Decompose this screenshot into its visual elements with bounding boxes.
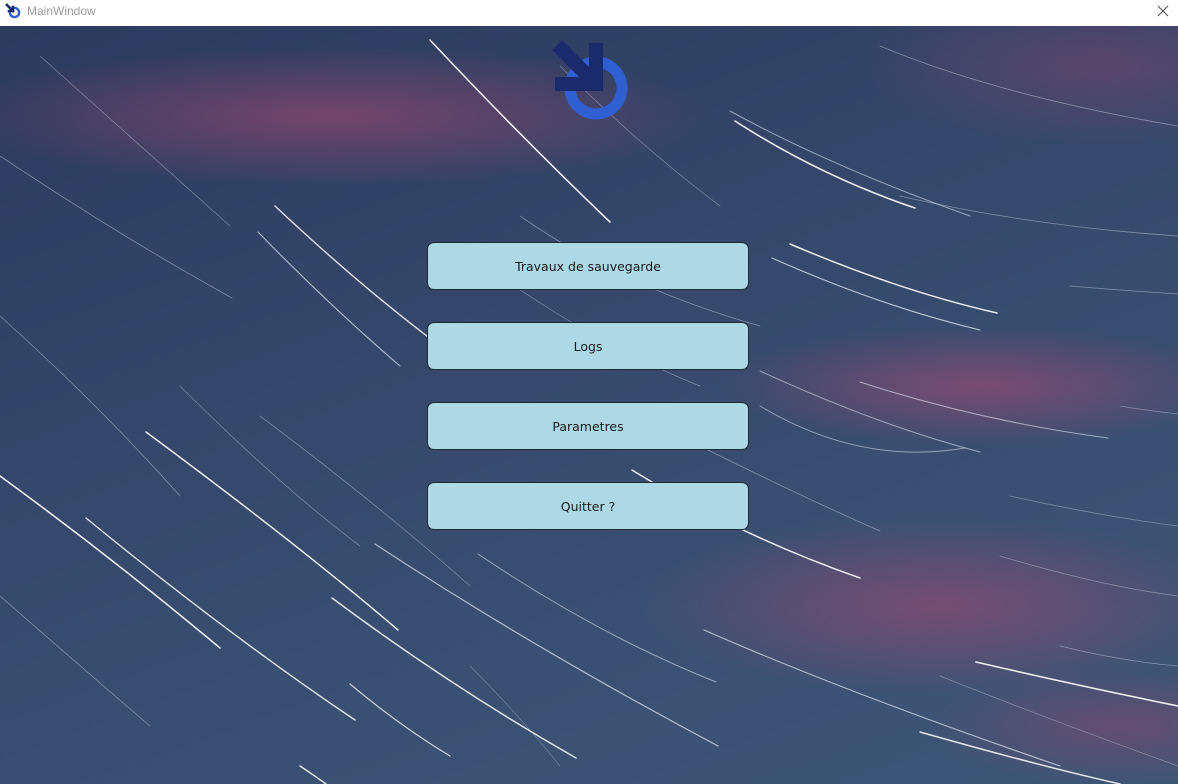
app-logo-icon (548, 36, 638, 124)
backup-jobs-button[interactable]: Travaux de sauvegarde (427, 242, 749, 290)
close-button[interactable] (1152, 0, 1174, 22)
quit-button[interactable]: Quitter ? (427, 482, 749, 530)
app-logo-icon (5, 3, 21, 19)
logs-button[interactable]: Logs (427, 322, 749, 370)
title-bar[interactable]: MainWindow (0, 0, 1178, 22)
close-icon (1157, 5, 1169, 17)
window-title: MainWindow (27, 4, 96, 18)
settings-button[interactable]: Parametres (427, 402, 749, 450)
background-panel: Travaux de sauvegarde Logs Parametres Qu… (0, 26, 1178, 784)
main-window: MainWindow Travaux de sauvegarde Logs Pa… (0, 0, 1178, 784)
